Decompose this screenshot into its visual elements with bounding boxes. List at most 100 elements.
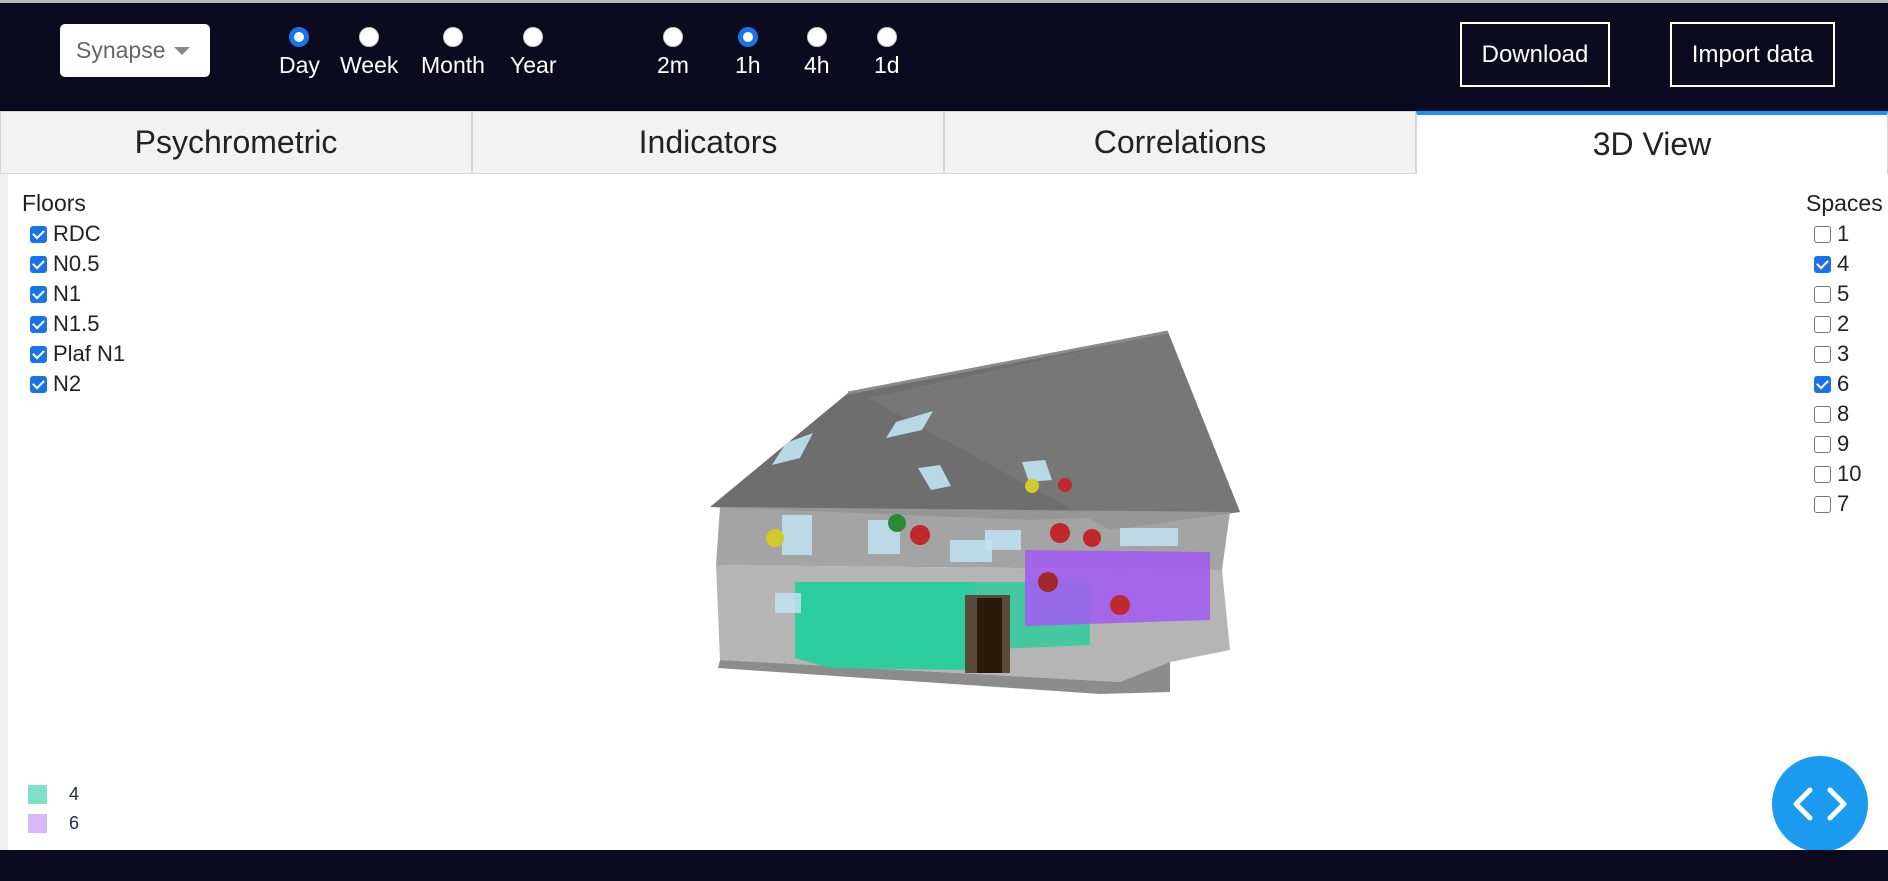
- space-label: 2: [1837, 311, 1850, 336]
- spaces-title: Spaces: [1806, 190, 1883, 216]
- checkbox[interactable]: [1814, 285, 1831, 303]
- space-checkbox-10[interactable]: 10: [1814, 459, 1883, 489]
- tab-correlations[interactable]: Correlations: [944, 111, 1416, 174]
- sensor-dot-red: [1110, 595, 1130, 615]
- checkbox[interactable]: [1814, 375, 1831, 393]
- checkbox[interactable]: [1814, 345, 1831, 363]
- legend-item[interactable]: 4: [28, 780, 79, 809]
- radio-label: Year: [510, 52, 557, 78]
- sensor-dot-green: [888, 514, 906, 532]
- legend-item[interactable]: 6: [28, 809, 79, 838]
- checkbox[interactable]: [30, 255, 47, 273]
- tab-psychrometric[interactable]: Psychrometric: [0, 111, 472, 174]
- radio-label: 2m: [657, 52, 689, 78]
- radio-period-day[interactable]: Day: [279, 27, 320, 79]
- floor-label: N1.5: [53, 311, 100, 336]
- space-checkbox-8[interactable]: 8: [1814, 399, 1883, 429]
- checkbox[interactable]: [30, 375, 47, 393]
- space-checkbox-3[interactable]: 3: [1814, 339, 1883, 369]
- space-label: 10: [1837, 461, 1862, 486]
- floor-checkbox-n1-5[interactable]: N1.5: [30, 309, 125, 339]
- space-label: 8: [1837, 401, 1850, 426]
- download-button[interactable]: Download: [1460, 22, 1610, 87]
- radio-dot[interactable]: [662, 27, 683, 47]
- tab-indicators[interactable]: Indicators: [472, 111, 944, 174]
- radio-label: 1h: [735, 52, 761, 78]
- viewer-left-edge: [0, 174, 8, 850]
- floor-checkbox-rdc[interactable]: RDC: [30, 219, 125, 249]
- radio-period-month[interactable]: Month: [421, 27, 485, 79]
- space-label: 6: [1837, 371, 1850, 396]
- radio-dot[interactable]: [523, 27, 544, 47]
- radio-interval-1d[interactable]: 1d: [874, 27, 900, 79]
- floor-checkbox-n1[interactable]: N1: [30, 279, 125, 309]
- checkbox[interactable]: [1814, 225, 1831, 243]
- code-toggle-button[interactable]: [1772, 756, 1868, 852]
- checkbox[interactable]: [1814, 465, 1831, 483]
- radio-dot[interactable]: [876, 27, 897, 47]
- floor-checkbox-plaf-n1[interactable]: Plaf N1: [30, 339, 125, 369]
- wall-window: [782, 515, 812, 555]
- radio-label: Week: [340, 52, 399, 78]
- radio-dot[interactable]: [359, 27, 380, 47]
- import-data-button[interactable]: Import data: [1670, 22, 1835, 87]
- tab-3d-view[interactable]: 3D View: [1416, 111, 1888, 174]
- radio-label: 1d: [874, 52, 900, 78]
- radio-dot[interactable]: [806, 27, 827, 47]
- floor-checkbox-n0-5[interactable]: N0.5: [30, 249, 125, 279]
- floor-checkbox-n2[interactable]: N2: [30, 369, 125, 399]
- space-checkbox-6[interactable]: 6: [1814, 369, 1883, 399]
- checkbox[interactable]: [30, 225, 47, 243]
- radio-dot[interactable]: [289, 27, 310, 47]
- radio-interval-4h[interactable]: 4h: [804, 27, 830, 79]
- space-checkbox-4[interactable]: 4: [1814, 249, 1883, 279]
- space-checkbox-7[interactable]: 7: [1814, 489, 1883, 519]
- sensor-dot-red: [1050, 523, 1070, 543]
- code-brackets-icon: [1793, 787, 1847, 821]
- footer-bar: [0, 850, 1888, 881]
- radio-label: Day: [279, 52, 320, 78]
- legend-swatch: [28, 785, 47, 804]
- sensor-dot-yellow: [766, 529, 784, 547]
- checkbox[interactable]: [1814, 255, 1831, 273]
- sensor-dot-red: [1058, 478, 1072, 492]
- radio-dot[interactable]: [442, 27, 463, 47]
- radio-dot[interactable]: [737, 27, 758, 47]
- checkbox[interactable]: [30, 285, 47, 303]
- space-label: 9: [1837, 431, 1850, 456]
- wall-window: [985, 530, 1021, 550]
- space-label: 3: [1837, 341, 1850, 366]
- checkbox[interactable]: [1814, 495, 1831, 513]
- space-checkbox-5[interactable]: 5: [1814, 279, 1883, 309]
- door-panel: [977, 598, 1002, 673]
- sensor-dot-red: [1038, 572, 1058, 592]
- radio-interval-1h[interactable]: 1h: [735, 27, 761, 79]
- floor-label: N2: [53, 371, 82, 396]
- radio-period-year[interactable]: Year: [510, 27, 556, 79]
- sensor-dot-red: [910, 525, 930, 545]
- space-checkbox-2[interactable]: 2: [1814, 309, 1883, 339]
- checkbox[interactable]: [30, 345, 47, 363]
- space-label: 7: [1837, 491, 1850, 516]
- building-3d-model[interactable]: [700, 320, 1260, 700]
- checkbox[interactable]: [1814, 405, 1831, 423]
- building-select[interactable]: Synapse: [60, 24, 210, 77]
- space-label: 4: [1837, 251, 1850, 276]
- checkbox[interactable]: [30, 315, 47, 333]
- floor-label: N1: [53, 281, 82, 306]
- radio-interval-2m[interactable]: 2m: [657, 27, 689, 79]
- space-label: 1: [1837, 221, 1850, 246]
- space-4-volume: [795, 582, 975, 670]
- tab-bar: Psychrometric Indicators Correlations 3D…: [0, 111, 1888, 174]
- floor-label: RDC: [53, 221, 101, 246]
- legend-swatch: [28, 814, 47, 833]
- radio-label: Month: [421, 52, 485, 78]
- checkbox[interactable]: [1814, 435, 1831, 453]
- checkbox[interactable]: [1814, 315, 1831, 333]
- floor-label: Plaf N1: [53, 341, 126, 366]
- space-checkbox-1[interactable]: 1: [1814, 219, 1883, 249]
- floors-title: Floors: [22, 190, 86, 216]
- space-checkbox-9[interactable]: 9: [1814, 429, 1883, 459]
- floors-panel: Floors RDC N0.5 N1 N1.5 Plaf N1 N2: [22, 190, 125, 399]
- radio-period-week[interactable]: Week: [340, 27, 398, 79]
